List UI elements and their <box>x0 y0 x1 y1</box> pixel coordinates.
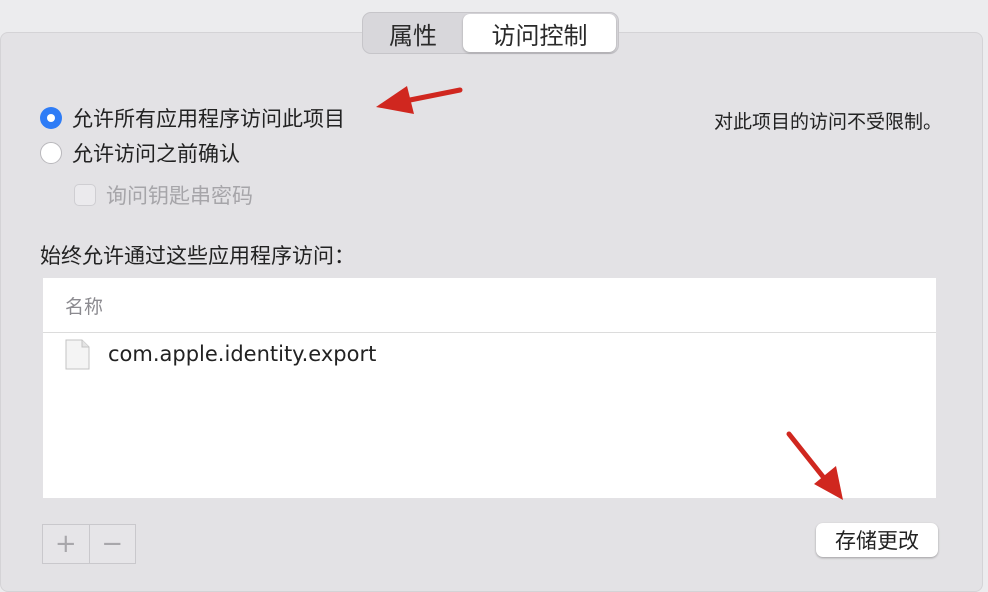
annotation-arrow <box>786 431 843 500</box>
annotation-arrows <box>376 86 843 500</box>
annotation-arrow <box>376 86 463 114</box>
